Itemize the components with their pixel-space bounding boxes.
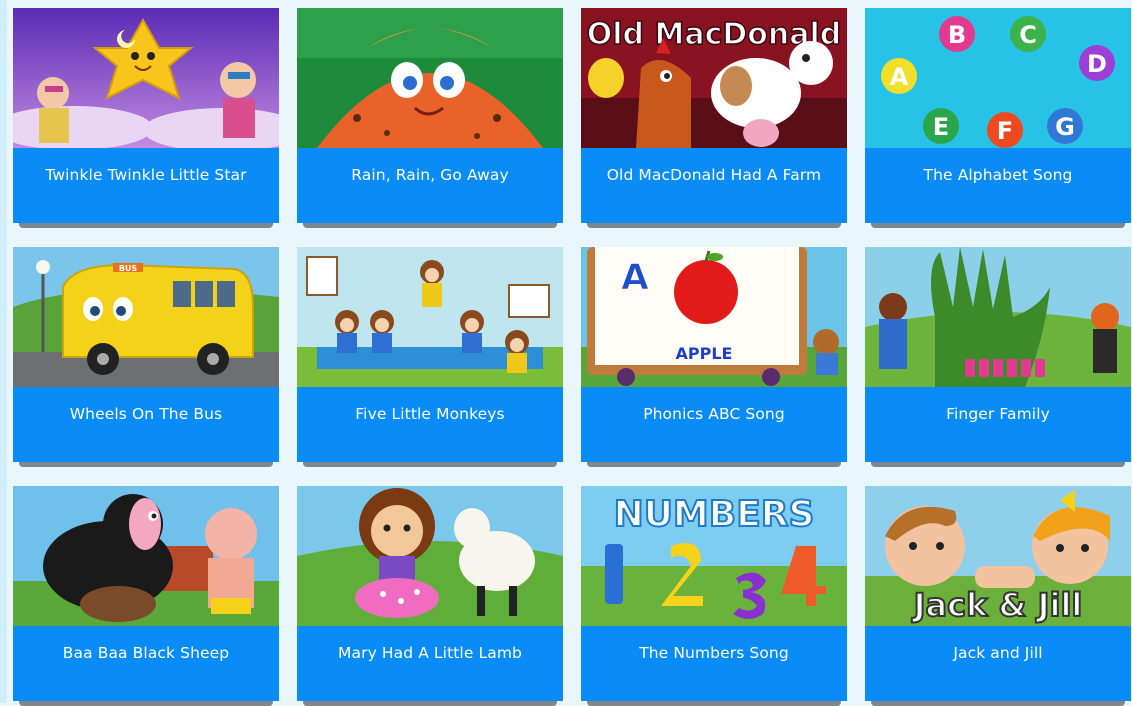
card-shadow: [871, 701, 1125, 706]
video-title[interactable]: The Alphabet Song: [865, 148, 1131, 223]
thumbnail-letter: A: [621, 257, 649, 298]
card-shadow: [871, 462, 1125, 467]
video-card-wheels-on-the-bus[interactable]: BUS Wheels On The Bus: [13, 247, 279, 467]
video-title[interactable]: Rain, Rain, Go Away: [297, 148, 563, 223]
card-shadow: [587, 462, 841, 467]
card-shadow: [587, 701, 841, 706]
video-thumbnail[interactable]: A APPLE: [581, 247, 847, 387]
alphabet-letter-d: D: [1087, 50, 1107, 78]
card-shadow: [587, 223, 841, 228]
video-thumbnail[interactable]: [297, 8, 563, 148]
video-thumbnail[interactable]: Old MacDonald: [581, 8, 847, 148]
video-title[interactable]: Finger Family: [865, 387, 1131, 462]
video-title[interactable]: Mary Had A Little Lamb: [297, 626, 563, 701]
video-thumbnail[interactable]: [13, 8, 279, 148]
video-title[interactable]: Baa Baa Black Sheep: [13, 626, 279, 701]
video-title[interactable]: Twinkle Twinkle Little Star: [13, 148, 279, 223]
video-thumbnail[interactable]: [13, 486, 279, 626]
video-thumbnail[interactable]: A B C D E F G: [865, 8, 1131, 148]
video-grid: Twinkle Twinkle Little Star Rain, Rain, …: [13, 8, 1131, 706]
video-card-alphabet[interactable]: A B C D E F G The Alphabet Song: [865, 8, 1131, 228]
video-thumbnail[interactable]: Jack & Jill: [865, 486, 1131, 626]
video-card-phonics-abc[interactable]: A APPLE Phonics ABC Song: [581, 247, 847, 467]
video-title[interactable]: Phonics ABC Song: [581, 387, 847, 462]
alphabet-letter-e: E: [933, 113, 949, 141]
video-thumbnail[interactable]: BUS: [13, 247, 279, 387]
thumbnail-text: APPLE: [676, 344, 733, 363]
video-card-five-little-monkeys[interactable]: Five Little Monkeys: [297, 247, 563, 467]
video-title[interactable]: Five Little Monkeys: [297, 387, 563, 462]
video-thumbnail[interactable]: [865, 247, 1131, 387]
video-title[interactable]: Jack and Jill: [865, 626, 1131, 701]
video-card-jack-and-jill[interactable]: Jack & Jill Jack and Jill: [865, 486, 1131, 706]
video-card-finger-family[interactable]: Finger Family: [865, 247, 1131, 467]
video-card-old-macdonald[interactable]: Old MacDonald Old MacDonald Had A Farm: [581, 8, 847, 228]
video-thumbnail[interactable]: [297, 247, 563, 387]
card-shadow: [19, 223, 273, 228]
thumbnail-text: Jack & Jill: [912, 586, 1083, 624]
video-title[interactable]: Wheels On The Bus: [13, 387, 279, 462]
alphabet-letter-c: C: [1019, 21, 1037, 49]
left-edge-strip: [0, 0, 7, 703]
video-card-baa-baa-black-sheep[interactable]: Baa Baa Black Sheep: [13, 486, 279, 706]
alphabet-letter-a: A: [890, 63, 909, 91]
card-shadow: [19, 462, 273, 467]
video-card-mary-had-a-little-lamb[interactable]: Mary Had A Little Lamb: [297, 486, 563, 706]
video-title[interactable]: Old MacDonald Had A Farm: [581, 148, 847, 223]
video-card-twinkle[interactable]: Twinkle Twinkle Little Star: [13, 8, 279, 228]
card-shadow: [871, 223, 1125, 228]
video-title[interactable]: The Numbers Song: [581, 626, 847, 701]
card-shadow: [303, 701, 557, 706]
video-card-numbers-song[interactable]: NUMBERS The Numbers Song: [581, 486, 847, 706]
thumbnail-text: NUMBERS: [614, 494, 815, 535]
card-shadow: [303, 462, 557, 467]
alphabet-letter-f: F: [997, 117, 1013, 145]
alphabet-letter-b: B: [948, 21, 966, 49]
video-thumbnail[interactable]: [297, 486, 563, 626]
card-shadow: [19, 701, 273, 706]
thumbnail-text: BUS: [119, 264, 138, 273]
card-shadow: [303, 223, 557, 228]
video-thumbnail[interactable]: NUMBERS: [581, 486, 847, 626]
video-card-rain[interactable]: Rain, Rain, Go Away: [297, 8, 563, 228]
alphabet-letter-g: G: [1055, 113, 1075, 141]
